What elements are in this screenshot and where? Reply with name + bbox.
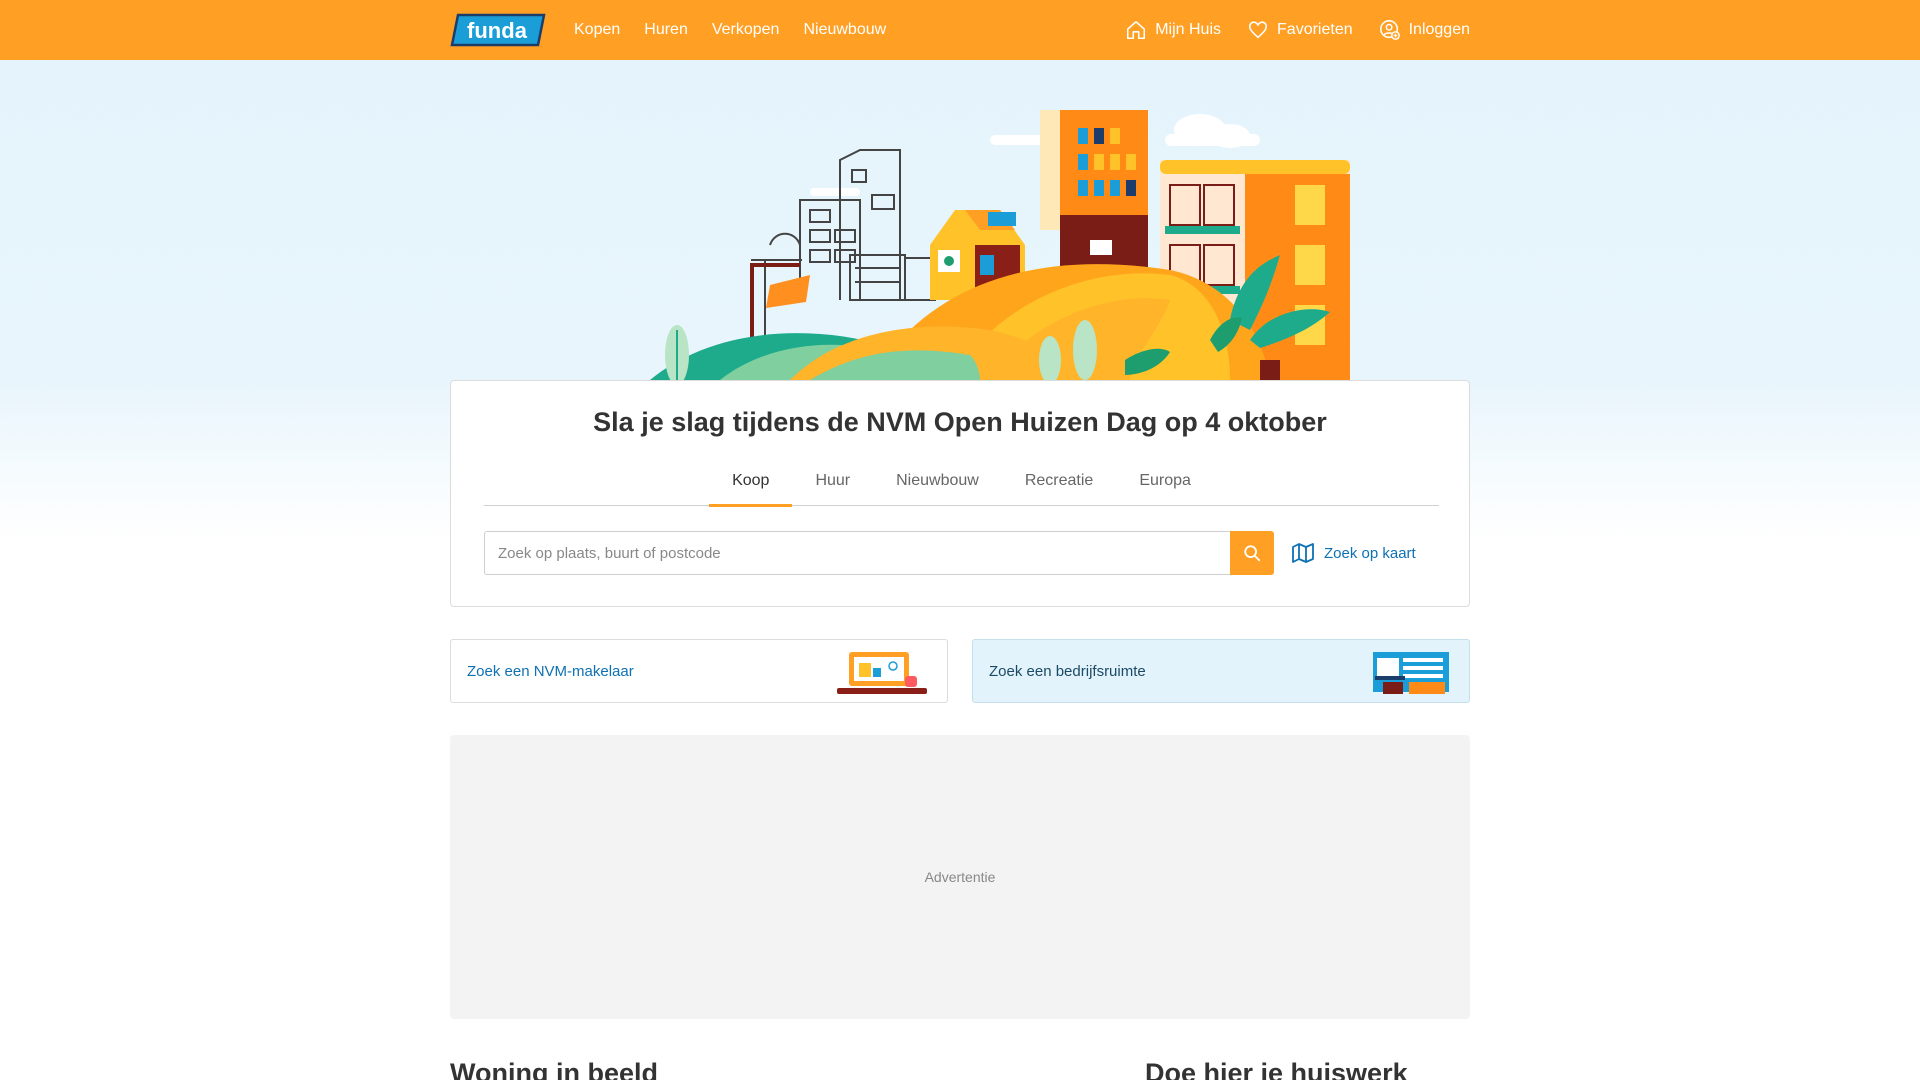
outline-buildings — [751, 149, 936, 335]
laptop-illustration-icon — [837, 652, 927, 694]
advertisement-slot: Advertentie — [450, 735, 1470, 1019]
hero-illustration — [650, 110, 1350, 380]
user-nav: Mijn Huis Favorieten Inloggen — [1125, 19, 1470, 41]
orange-tower — [1040, 110, 1148, 275]
nvm-makelaar-tile[interactable]: Zoek een NVM-makelaar — [450, 639, 948, 703]
zoek-op-kaart-link[interactable]: Zoek op kaart — [1292, 543, 1416, 563]
funda-logo-icon: funda — [450, 13, 546, 47]
nav-huren[interactable]: Huren — [644, 21, 688, 39]
search-row: Zoek op kaart — [484, 531, 1439, 575]
heart-icon — [1248, 21, 1268, 39]
nav-verkopen[interactable]: Verkopen — [712, 21, 780, 39]
user-icon — [1379, 20, 1400, 40]
top-navigation-inner: funda Kopen Huren Verkopen Nieuwbouw Mij… — [450, 0, 1470, 60]
office-building-illustration-icon — [1373, 652, 1449, 694]
bedrijfsruimte-tile[interactable]: Zoek een bedrijfsruimte — [972, 639, 1470, 703]
search-button[interactable] — [1230, 531, 1274, 575]
woning-in-beeld-heading: Woning in beeld — [450, 1058, 658, 1080]
search-tabs: Koop Huur Nieuwbouw Recreatie Europa — [484, 461, 1439, 507]
nav-nieuwbouw[interactable]: Nieuwbouw — [803, 21, 886, 39]
main-nav: Kopen Huren Verkopen Nieuwbouw — [574, 21, 886, 39]
huiswerk-heading: Doe hier je huiswerk — [1145, 1058, 1408, 1080]
zoek-op-kaart-label: Zoek op kaart — [1324, 544, 1416, 562]
funda-logo[interactable]: funda — [450, 12, 548, 48]
inloggen-link[interactable]: Inloggen — [1379, 19, 1470, 41]
advertisement-label: Advertentie — [924, 869, 996, 885]
map-icon — [1292, 543, 1314, 563]
search-input[interactable] — [484, 531, 1230, 575]
search-title: Sla je slag tijdens de NVM Open Huizen D… — [593, 407, 1327, 437]
mijn-huis-label: Mijn Huis — [1155, 21, 1222, 38]
top-navigation-bar: funda Kopen Huren Verkopen Nieuwbouw Mij… — [0, 0, 1920, 60]
tab-huur[interactable]: Huur — [792, 461, 873, 506]
favorieten-label: Favorieten — [1277, 21, 1353, 38]
home-icon — [1127, 20, 1146, 40]
nav-kopen[interactable]: Kopen — [574, 21, 620, 39]
mijn-huis-link[interactable]: Mijn Huis — [1125, 19, 1221, 41]
tab-recreatie[interactable]: Recreatie — [1002, 461, 1116, 506]
favorieten-link[interactable]: Favorieten — [1247, 19, 1353, 41]
tab-nieuwbouw[interactable]: Nieuwbouw — [873, 461, 1002, 506]
bedrijfsruimte-label: Zoek een bedrijfsruimte — [989, 662, 1146, 680]
search-card: Sla je slag tijdens de NVM Open Huizen D… — [450, 380, 1470, 607]
tab-koop[interactable]: Koop — [709, 461, 793, 507]
search-icon — [1244, 545, 1261, 562]
nvm-makelaar-label: Zoek een NVM-makelaar — [467, 662, 634, 680]
inloggen-label: Inloggen — [1408, 21, 1470, 38]
funda-logo-text: funda — [467, 18, 528, 43]
tab-europa[interactable]: Europa — [1116, 461, 1214, 506]
